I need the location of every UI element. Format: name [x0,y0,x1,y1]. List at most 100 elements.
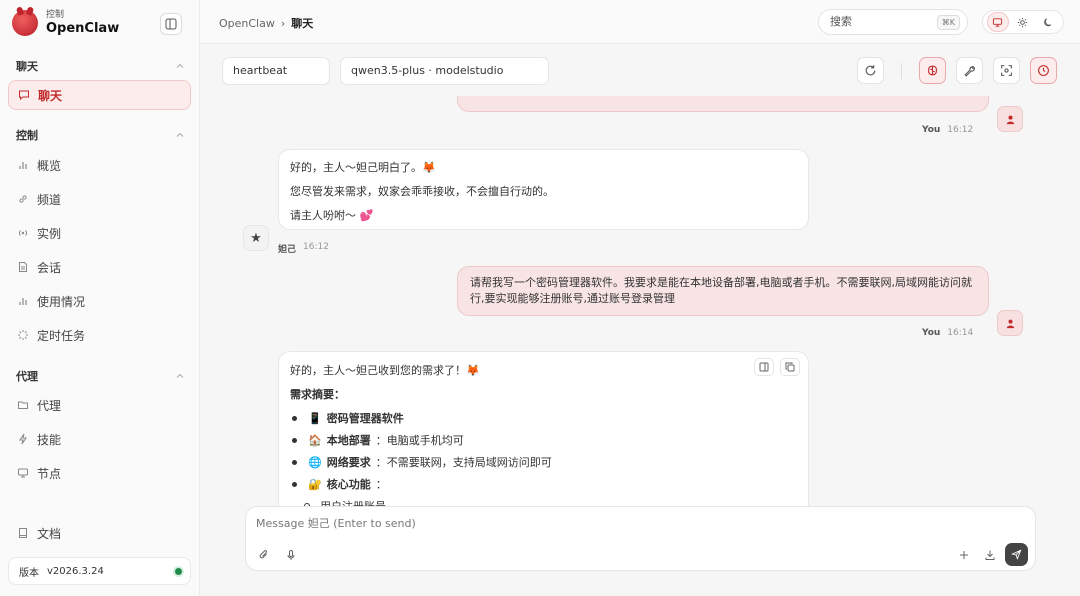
sidebar-panel-icon [759,362,769,372]
sidebar-item-label: 概览 [37,158,62,173]
monitor-icon [993,17,1003,27]
refresh-button[interactable] [857,57,884,84]
user-message-bubble: 请帮我写一个密码管理器软件。我要求是能在本地设备部署,电脑或者手机。不需要联网,… [457,266,989,316]
version-indicator: 版本 v2026.3.24 [8,557,191,585]
sidebar-item-nodes[interactable]: 节点 [8,458,191,488]
paperclip-icon [259,550,268,559]
list-item: 🌐 网络要求 ：不需要联网，支持局域网访问即可 [290,454,797,470]
sidebar-item-overview[interactable]: 概览 [8,150,191,180]
message-intro: 好的，主人～妲己收到您的需求了！🦊 [290,364,480,377]
list-item-bold: 网络要求 [326,456,371,469]
brand[interactable]: 控制 OpenClaw [12,10,119,36]
theme-system-button[interactable] [986,12,1009,32]
message-author: 妲己 [278,245,297,255]
open-in-panel-button[interactable] [754,358,774,376]
book-icon [19,528,27,538]
assistant-message-bubble: 好的，主人～妲己明白了。🦊 您尽管发来需求，奴家会乖乖接收，不会擅自行动的。 请… [278,149,809,230]
sidebar-item-docs[interactable]: 文档 [8,518,191,548]
section-header-control[interactable]: 控制 [16,127,184,143]
version-label: 版本 [19,567,39,579]
search-label: 搜索 [830,15,852,28]
lightning-icon [19,433,27,445]
message-meta: You 16:12 [922,125,973,135]
sidebar-item-chat[interactable]: 聊天 [8,80,191,110]
star-icon: ★ [250,230,262,246]
thinking-toggle-button[interactable] [919,57,946,84]
list-item: 🔐 核心功能 ： [290,476,797,492]
tools-button[interactable] [956,57,983,84]
list-item-emoji: 🔐 [308,477,322,491]
search-shortcut: ⌘K [936,15,960,30]
model-select[interactable]: qwen3.5-plus · modelstudio [340,57,549,85]
message-line: 您尽管发来需求，奴家会乖乖接收，不会擅自行动的。 [290,185,554,198]
user-avatar [997,310,1023,336]
sidebar: 控制 OpenClaw 聊天 聊天 控制 概览 频道 实例 会话 使用情况 定时… [0,0,200,596]
export-button[interactable] [982,547,998,563]
message-line: 好的，主人～妲己明白了。🦊 [290,161,436,174]
list-item-bold: 密码管理器软件 [326,412,404,425]
sun-icon [1018,17,1028,27]
sidebar-toggle-icon [165,18,177,30]
sidebar-item-label: 代理 [37,398,62,413]
sidebar-item-channels[interactable]: 频道 [8,184,191,214]
cron-toggle-button[interactable] [1030,57,1057,84]
sidebar-item-agents[interactable]: 代理 [8,390,191,420]
focus-icon [1001,65,1012,76]
list-item: 📱 密码管理器软件 [290,410,797,426]
breadcrumb-current: 聊天 [291,17,314,30]
search-box[interactable]: 搜索 ⌘K [818,9,968,35]
wrench-icon [964,66,975,77]
theme-dark-button[interactable] [1037,12,1059,32]
chevron-up-icon [176,373,184,378]
user-message-bubble [457,96,989,112]
section-header-agent[interactable]: 代理 [16,368,184,384]
voice-input-button[interactable] [283,547,299,563]
user-icon [1006,319,1014,328]
microphone-icon [287,550,295,560]
breadcrumb: OpenClaw › 聊天 [219,15,313,31]
breadcrumb-root[interactable]: OpenClaw [219,17,275,30]
sidebar-item-skills[interactable]: 技能 [8,424,191,454]
refresh-icon [865,65,876,76]
sidebar-item-usage[interactable]: 使用情况 [8,286,191,316]
section-title: 聊天 [16,60,38,73]
list-item-bold: 本地部署 [326,434,371,447]
new-chat-button[interactable] [956,547,972,563]
folder-icon [18,401,28,409]
toolbar-divider [901,63,902,79]
sidebar-item-sessions[interactable]: 会话 [8,252,191,282]
send-button[interactable] [1005,543,1028,566]
brand-subtitle: 控制 [46,10,65,20]
link-icon [19,195,27,203]
attach-button[interactable] [256,547,272,563]
sidebar-item-scheduled-tasks[interactable]: 定时任务 [8,320,191,350]
sidebar-item-instances[interactable]: 实例 [8,218,191,248]
message-time: 16:12 [947,125,974,135]
sub-list-item: 用户注册账号 [290,498,797,506]
message-composer [245,506,1036,571]
focus-mode-button[interactable] [993,57,1020,84]
theme-light-button[interactable] [1012,12,1034,32]
message-meta: You 16:14 [922,328,973,338]
sidebar-item-label: 节点 [37,466,62,481]
collapse-sidebar-button[interactable] [160,13,182,35]
bar-chart-icon [19,162,27,169]
bar-chart-icon [19,298,27,305]
user-avatar [997,106,1023,132]
sidebar-item-label: 频道 [37,192,62,207]
sidebar-item-label: 聊天 [38,88,63,103]
chevron-up-icon [176,132,184,137]
session-select[interactable]: heartbeat [222,57,330,85]
brain-icon [928,65,937,76]
chat-thread[interactable]: You 16:12 好的，主人～妲己明白了。🦊 您尽管发来需求，奴家会乖乖接收，… [200,96,1080,506]
sidebar-item-label: 实例 [37,226,62,241]
sidebar-item-label: 会话 [37,260,62,275]
message-input[interactable] [256,517,956,530]
list-item-text: ： [375,478,387,491]
section-header-chat[interactable]: 聊天 [16,58,184,74]
plus-icon [960,551,968,559]
copy-icon [785,362,795,372]
version-value: v2026.3.24 [47,565,104,577]
sub-list-item-text: 用户注册账号 [320,498,386,506]
copy-button[interactable] [780,358,800,376]
